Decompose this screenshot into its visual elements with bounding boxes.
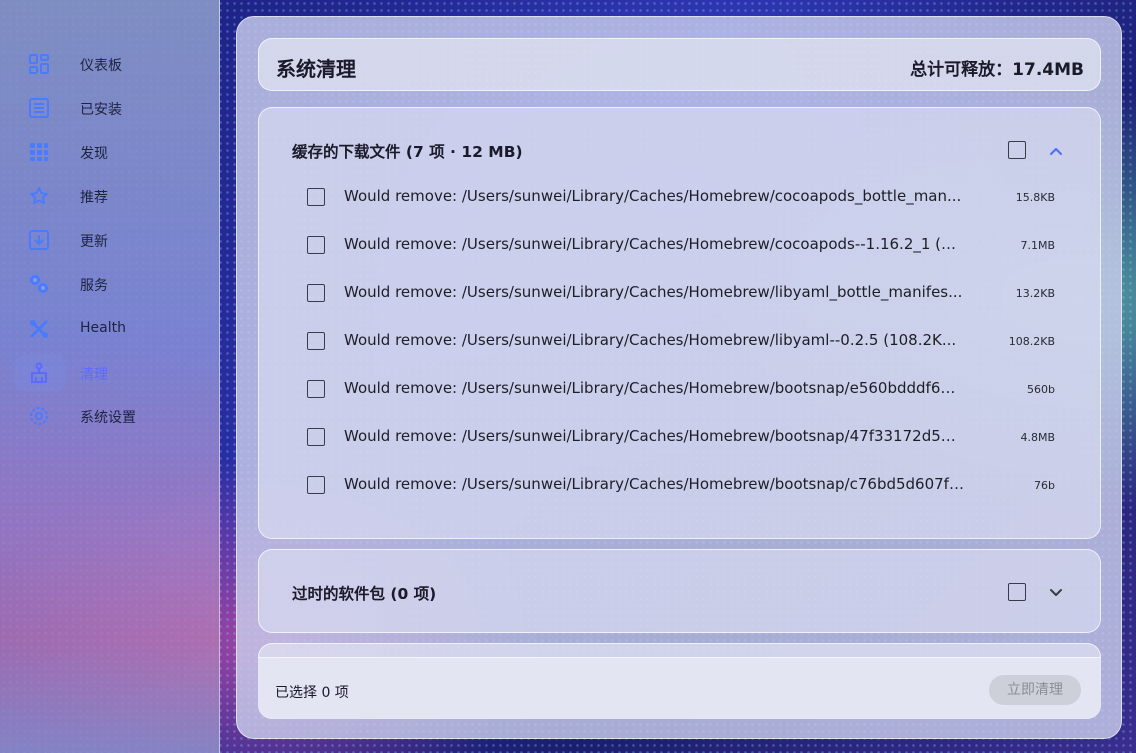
item-size: 108.2KB (1008, 335, 1055, 348)
item-path: Would remove: /Users/sunwei/Library/Cach… (344, 187, 962, 205)
item-checkbox[interactable] (307, 284, 325, 302)
total-freeable: 总计可释放：17.4MB (910, 60, 1084, 80)
tools-icon (28, 318, 50, 340)
select-all-outdated-checkbox[interactable] (1008, 583, 1026, 601)
sidebar-item-dashboard[interactable]: 仪表板 (14, 46, 208, 82)
sidebar-item-settings[interactable]: 系统设置 (14, 398, 208, 434)
sidebar-item-label: 仪表板 (80, 58, 122, 74)
sidebar-item-cleanup[interactable]: 清理 (14, 355, 108, 391)
item-path: Would remove: /Users/sunwei/Library/Cach… (344, 283, 963, 301)
item-size: 4.8MB (1020, 431, 1055, 444)
collapse-button[interactable] (1047, 141, 1065, 159)
outdated-section: 过时的软件包 (0 项) (258, 549, 1101, 633)
list-item[interactable]: Would remove: /Users/sunwei/Library/Cach… (305, 423, 1065, 451)
settings-icon (28, 405, 50, 427)
grid-icon (28, 141, 50, 163)
sidebar-item-services[interactable]: 服务 (14, 266, 208, 302)
list-icon (28, 97, 50, 119)
clean-now-button[interactable]: 立即清理 (989, 675, 1081, 705)
list-item[interactable]: Would remove: /Users/sunwei/Library/Cach… (305, 183, 1065, 211)
list-item[interactable]: Would remove: /Users/sunwei/Library/Cach… (305, 375, 1065, 403)
item-checkbox[interactable] (307, 428, 325, 446)
chevron-up-icon (1049, 141, 1063, 160)
item-size: 13.2KB (1015, 287, 1055, 300)
selected-count: 已选择 0 项 (275, 685, 349, 701)
list-item[interactable]: Would remove: /Users/sunwei/Library/Cach… (305, 231, 1065, 259)
sidebar-item-label: 更新 (80, 234, 108, 250)
item-size: 15.8KB (1015, 191, 1055, 204)
outdated-section-title: 过时的软件包 (0 项) (292, 585, 437, 603)
sidebar-item-recommend[interactable]: 推荐 (14, 178, 208, 214)
item-checkbox[interactable] (307, 188, 325, 206)
star-icon (28, 185, 50, 207)
main-panel: 系统清理 总计可释放：17.4MB 缓存的下载文件 (7 项 · 12 MB) … (236, 16, 1122, 739)
item-path: Would remove: /Users/sunwei/Library/Cach… (344, 475, 964, 493)
item-path: Would remove: /Users/sunwei/Library/Cach… (344, 427, 964, 445)
item-checkbox[interactable] (307, 236, 325, 254)
item-checkbox[interactable] (307, 476, 325, 494)
item-size: 7.1MB (1020, 239, 1055, 252)
sidebar: 仪表板 已安装 发现 推荐 更新 服务 Health 清理 系统设置 (0, 0, 220, 753)
dashboard-icon (28, 53, 50, 75)
sidebar-item-label: 服务 (80, 278, 108, 294)
item-size: 76b (1034, 479, 1055, 492)
sidebar-item-label: 系统设置 (80, 410, 136, 426)
list-item[interactable]: Would remove: /Users/sunwei/Library/Cach… (305, 279, 1065, 307)
item-checkbox[interactable] (307, 380, 325, 398)
cache-section: 缓存的下载文件 (7 项 · 12 MB) Would remove: /Use… (258, 107, 1101, 539)
sidebar-item-label: 清理 (80, 367, 108, 383)
sidebar-item-label: 发现 (80, 146, 108, 162)
page-title: 系统清理 (276, 57, 356, 81)
sidebar-item-label: 已安装 (80, 102, 122, 118)
sidebar-item-updates[interactable]: 更新 (14, 222, 208, 258)
select-all-cache-checkbox[interactable] (1008, 141, 1026, 159)
item-path: Would remove: /Users/sunwei/Library/Cach… (344, 379, 964, 397)
gears-icon (28, 273, 50, 295)
sidebar-item-discover[interactable]: 发现 (14, 134, 208, 170)
sidebar-item-label: Health (80, 320, 126, 336)
chevron-down-icon (1049, 583, 1063, 602)
broom-icon (28, 362, 50, 384)
footer-bar: 已选择 0 项 立即清理 (258, 657, 1101, 719)
download-icon (28, 229, 50, 251)
item-path: Would remove: /Users/sunwei/Library/Cach… (344, 331, 957, 349)
item-size: 560b (1027, 383, 1055, 396)
cache-section-title: 缓存的下载文件 (7 项 · 12 MB) (292, 143, 523, 161)
sidebar-item-label: 推荐 (80, 190, 108, 206)
sidebar-item-installed[interactable]: 已安装 (14, 90, 208, 126)
list-item[interactable]: Would remove: /Users/sunwei/Library/Cach… (305, 471, 1065, 499)
item-path: Would remove: /Users/sunwei/Library/Cach… (344, 235, 964, 253)
list-item[interactable]: Would remove: /Users/sunwei/Library/Cach… (305, 327, 1065, 355)
expand-button[interactable] (1047, 583, 1065, 601)
item-checkbox[interactable] (307, 332, 325, 350)
sidebar-item-health[interactable]: Health (14, 311, 208, 347)
page-header: 系统清理 总计可释放：17.4MB (258, 38, 1101, 91)
